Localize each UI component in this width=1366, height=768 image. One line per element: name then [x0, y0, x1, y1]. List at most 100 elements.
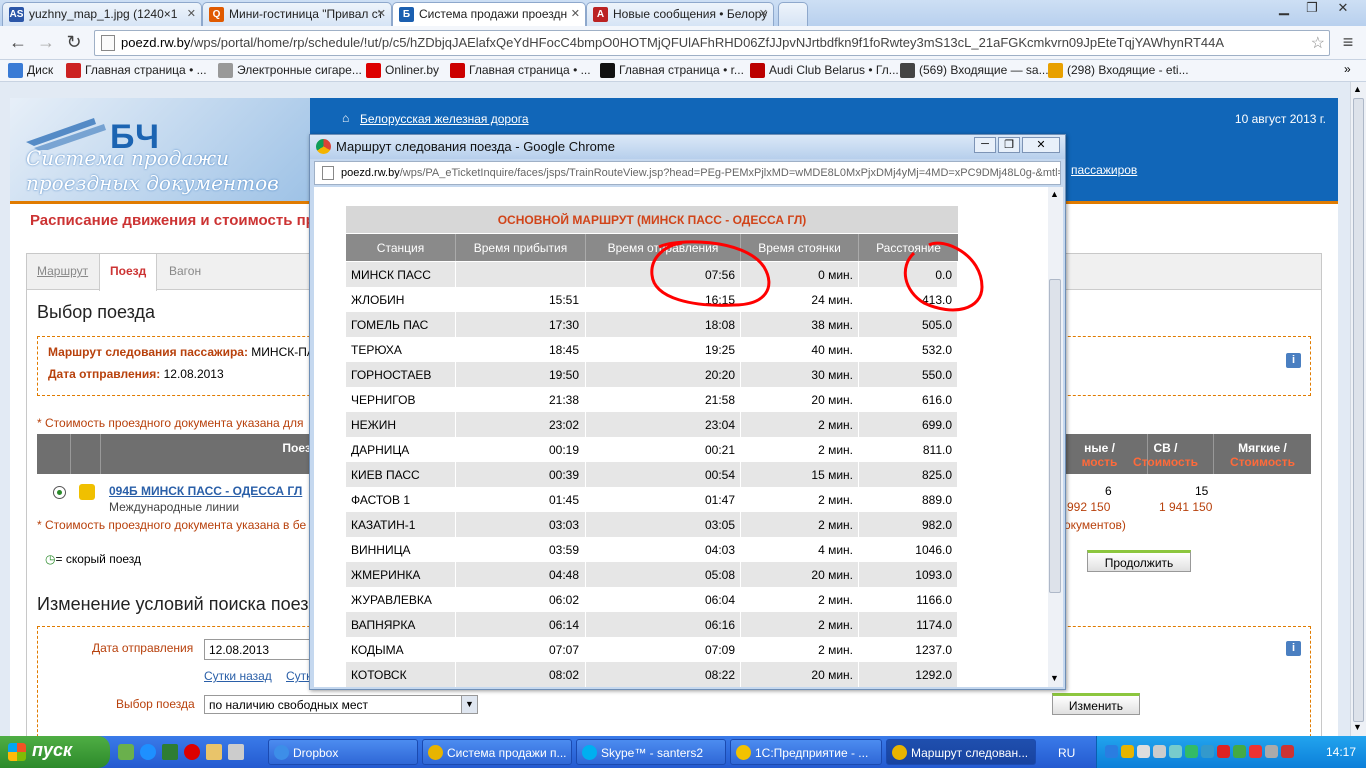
date-label: Дата отправления:: [48, 367, 161, 381]
bookmark-label: Onliner.by: [385, 63, 440, 77]
popup-body: ОСНОВНОЙ МАРШРУТ (МИНСК ПАСС - ОДЕССА ГЛ…: [314, 187, 1048, 687]
star-icon[interactable]: ☆: [1310, 33, 1325, 53]
popup-title: Маршрут следования поезда - Google Chrom…: [336, 139, 615, 154]
dep-date-label: Дата отправления: [92, 641, 194, 655]
info-icon[interactable]: i: [1286, 353, 1301, 368]
bookmark-icon: [750, 63, 765, 78]
ie-icon: [140, 744, 156, 760]
taskbar-item[interactable]: Маршрут следован...: [886, 739, 1036, 765]
page-scrollbar[interactable]: ▲ ▼: [1350, 82, 1366, 736]
menu-icon[interactable]: ≡: [1336, 32, 1360, 54]
close-icon[interactable]: ✕: [1326, 1, 1360, 17]
bookmark-item[interactable]: Главная страница • ...: [450, 63, 591, 78]
train-type: Международные линии: [109, 500, 240, 514]
home-icon: ⌂: [342, 111, 350, 125]
start-button[interactable]: пуск: [0, 736, 110, 768]
taskbar-item[interactable]: Система продажи п...: [422, 739, 572, 765]
chevron-down-icon: ▼: [461, 696, 477, 713]
bookmark-item[interactable]: (298) Входящие - eti...: [1048, 63, 1189, 78]
bookmark-icon: [900, 63, 915, 78]
tray-icon[interactable]: [1249, 745, 1262, 758]
language-indicator[interactable]: RU: [1058, 746, 1075, 760]
tray-icon[interactable]: [1217, 745, 1230, 758]
continue-button[interactable]: Продолжить: [1087, 550, 1191, 572]
tab-favicon-icon: Q: [209, 7, 224, 22]
bookmarks-overflow-icon[interactable]: »: [1344, 62, 1351, 76]
tray-icon[interactable]: [1201, 745, 1214, 758]
popup-scrollbar[interactable]: ▲ ▼: [1048, 187, 1063, 687]
browser-tab[interactable]: Q Мини-гостиница "Привал ст ✕: [202, 2, 392, 26]
task-icon: [892, 745, 907, 760]
fast-train-icon: [79, 484, 95, 500]
popup-maximize-icon[interactable]: ❐: [998, 137, 1020, 153]
clock[interactable]: 14:17: [1326, 745, 1356, 759]
tray-icon[interactable]: [1169, 745, 1182, 758]
tab-close-icon[interactable]: ✕: [187, 7, 196, 20]
browser-tab[interactable]: A Новые сообщения • Белору ✕: [586, 2, 774, 26]
forward-icon[interactable]: →: [34, 32, 58, 54]
reload-icon[interactable]: ↻: [62, 32, 86, 54]
day-back-link[interactable]: Сутки назад: [204, 669, 272, 683]
clock-icon: ◷: [45, 552, 56, 566]
annotation-circle-departure: [650, 240, 771, 307]
bookmark-item[interactable]: (569) Входящие — sa...: [900, 63, 1049, 78]
train-link[interactable]: 094Б МИНСК ПАСС - ОДЕССА ГЛ: [109, 484, 302, 498]
dep-date-input[interactable]: 12.08.2013: [204, 639, 314, 660]
bookmark-icon: [8, 63, 23, 78]
tray-icon[interactable]: [1281, 745, 1294, 758]
train-radio[interactable]: [53, 486, 66, 499]
tab-route[interactable]: Маршрут: [27, 254, 98, 290]
chrome-icon: [316, 139, 331, 154]
tab-car[interactable]: Вагон: [159, 254, 211, 290]
change-button[interactable]: Изменить: [1052, 693, 1140, 715]
price-note: * Стоимость проездного документа указана…: [37, 416, 304, 430]
tray-icon[interactable]: [1265, 745, 1278, 758]
col-sv: СВ / Стоимость: [1118, 434, 1214, 474]
tab-favicon-icon: Б: [399, 7, 414, 22]
bookmark-item[interactable]: Электронные сигаре...: [218, 63, 362, 78]
task-label: 1С:Предприятие - ...: [755, 746, 869, 760]
taskbar-item[interactable]: Dropbox: [268, 739, 418, 765]
task-label: Skype™ - santers2: [601, 746, 704, 760]
bookmark-item[interactable]: Audi Club Belarus • Гл...: [750, 63, 899, 78]
train-select[interactable]: по наличию свободных мест ▼: [204, 695, 478, 714]
day-forward-link[interactable]: Сутк: [286, 669, 311, 683]
home-link[interactable]: Белорусская железная дорога: [360, 112, 529, 126]
tab-close-icon[interactable]: ✕: [571, 7, 580, 20]
excel-icon: [162, 744, 178, 760]
info-icon-2[interactable]: i: [1286, 641, 1301, 656]
tray-icon[interactable]: [1185, 745, 1198, 758]
popup-close-icon[interactable]: ✕: [1022, 137, 1060, 153]
maximize-icon[interactable]: ❐: [1298, 1, 1326, 17]
address-bar[interactable]: poezd.rw.by/wps/portal/home/rp/schedule/…: [94, 30, 1330, 56]
tab-train[interactable]: Поезд: [99, 254, 158, 291]
taskbar-item[interactable]: 1С:Предприятие - ...: [730, 739, 882, 765]
new-tab-button[interactable]: [778, 2, 808, 26]
browser-tab[interactable]: Б Система продажи проездн ✕: [392, 2, 586, 27]
tray-icon[interactable]: [1137, 745, 1150, 758]
tab-close-icon[interactable]: ✕: [759, 7, 768, 20]
tray-icon[interactable]: [1233, 745, 1246, 758]
popup-minimize-icon[interactable]: ─: [974, 137, 996, 153]
desktop-icon: [118, 744, 134, 760]
taskbar-item[interactable]: Skype™ - santers2: [576, 739, 726, 765]
tab-close-icon[interactable]: ✕: [377, 7, 386, 20]
bookmark-icon: [218, 63, 233, 78]
back-icon[interactable]: ←: [6, 32, 30, 54]
bookmark-item[interactable]: Диск: [8, 63, 53, 78]
quick-launch[interactable]: [118, 744, 268, 762]
tray-icon[interactable]: [1121, 745, 1134, 758]
bookmark-item[interactable]: Главная страница • ...: [66, 63, 207, 78]
browser-tab[interactable]: AS yuzhny_map_1.jpg (1240×1 ✕: [2, 2, 202, 26]
passengers-link[interactable]: пассажиров: [1071, 163, 1137, 177]
tray-icon[interactable]: [1105, 745, 1118, 758]
popup-address-bar[interactable]: poezd.rw.by/wps/PA_eTicketInquire/faces/…: [314, 161, 1061, 185]
tray-icon[interactable]: [1153, 745, 1166, 758]
task-label: Маршрут следован...: [911, 746, 1029, 760]
minimize-icon[interactable]: ▁: [1270, 1, 1298, 17]
popup-titlebar[interactable]: Маршрут следования поезда - Google Chrom…: [310, 135, 1065, 159]
bookmark-item[interactable]: Onliner.by: [366, 63, 440, 78]
site-logo[interactable]: БЧ Система продажи проездных документов: [10, 98, 310, 201]
bookmark-item[interactable]: Главная страница • r...: [600, 63, 744, 78]
popup-scroll-thumb[interactable]: [1049, 279, 1061, 593]
